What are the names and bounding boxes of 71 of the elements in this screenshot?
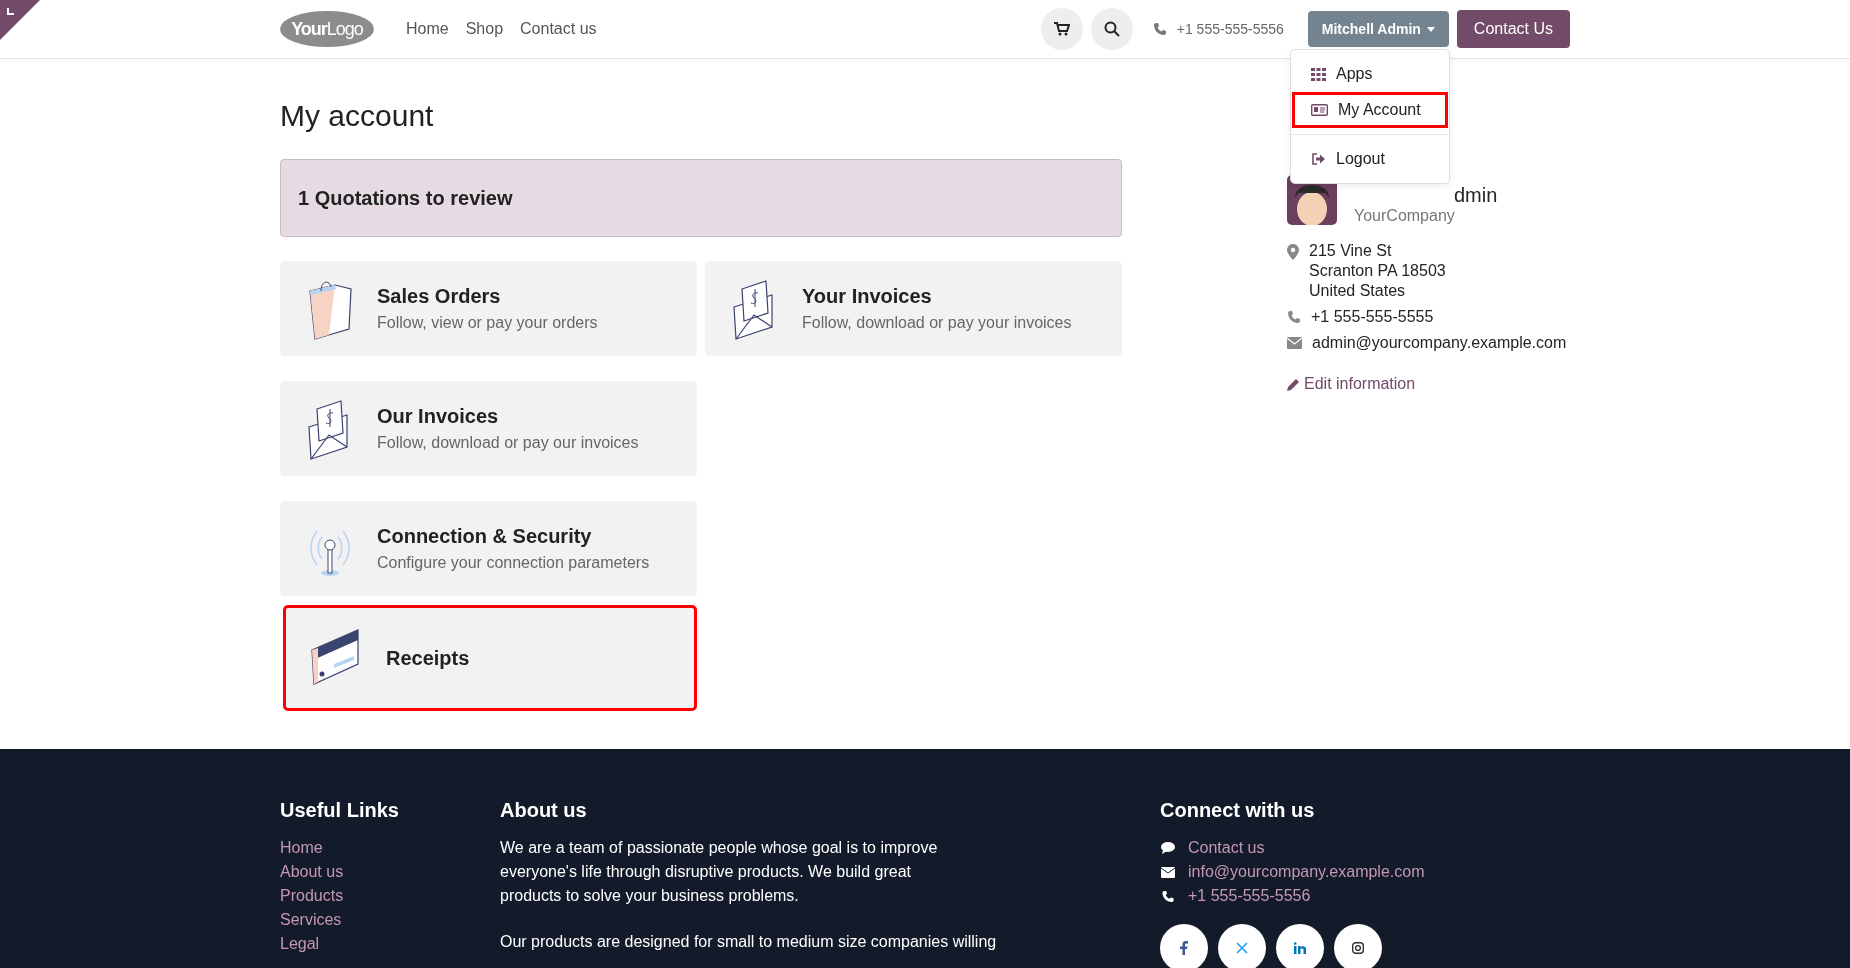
profile-company: YourCompany <box>1354 207 1456 225</box>
menu-item[interactable]: Apps <box>1292 56 1448 92</box>
card-subtitle: Follow, download or pay your invoices <box>802 314 1072 332</box>
search-button[interactable] <box>1090 8 1133 50</box>
footer-heading: About us <box>500 799 588 822</box>
editor-corner-icon[interactable] <box>0 0 40 40</box>
instagram-icon <box>1352 942 1364 954</box>
pencil-icon <box>1287 377 1300 391</box>
menu-item[interactable]: Logout <box>1292 141 1448 177</box>
card-subtitle: Follow, download or pay our invoices <box>377 434 639 452</box>
profile-name: dmin <box>1453 185 1498 205</box>
linkedin-icon <box>1294 942 1306 954</box>
map-marker-icon <box>1287 244 1299 260</box>
header-phone[interactable]: +1 555-555-5556 <box>1176 21 1284 37</box>
social-button[interactable] <box>1160 924 1208 968</box>
footer-heading: Useful Links <box>280 799 400 822</box>
phone-icon <box>1287 310 1301 324</box>
menu-item[interactable]: My Account <box>1292 92 1448 128</box>
nav-link[interactable]: Shop <box>465 20 504 38</box>
card-title: Sales Orders <box>377 285 502 308</box>
address-line: 215 Vine St <box>1309 241 1393 261</box>
user-menu-button[interactable]: Mitchell Admin <box>1307 11 1449 47</box>
card-title: Our Invoices <box>377 405 500 428</box>
social-button[interactable] <box>1276 924 1324 968</box>
footer-link[interactable]: Contact us <box>1188 836 1265 860</box>
address-line: Scranton PA 18503 <box>1309 261 1446 281</box>
envelope-icon <box>1287 337 1302 349</box>
envelope-icon <box>1160 866 1176 878</box>
about-paragraph: Our products are designed for small to medium size companies willing <box>500 932 997 952</box>
apps-icon <box>1311 67 1326 81</box>
cart-icon <box>1053 22 1070 36</box>
footer-heading: Connect with us <box>1160 799 1316 822</box>
card-subtitle: Configure your connection parameters <box>377 554 650 572</box>
footer-link[interactable]: Services <box>280 908 500 932</box>
social-button[interactable] <box>1334 924 1382 968</box>
nav-link[interactable]: Contact us <box>520 20 597 38</box>
card-title: Receipts <box>386 646 470 670</box>
social-button[interactable] <box>1218 924 1266 968</box>
account-card[interactable]: Sales Orders Follow, view or pay your orders <box>280 261 697 356</box>
quotations-alert[interactable]: 1 Quotations to review <box>280 159 1122 237</box>
footer-link[interactable]: Products <box>280 884 500 908</box>
nav-link[interactable]: Home <box>406 20 449 38</box>
about-paragraph: We are a team of passionate people whose goal is to improve everyone's life through disruptive products. We build great products to solve your business problems. <box>500 838 939 906</box>
footer-link[interactable]: Home <box>280 836 500 860</box>
footer-link[interactable]: Legal <box>280 932 500 956</box>
contact-us-button[interactable]: Contact Us <box>1456 10 1570 48</box>
footer-link[interactable]: info@yourcompany.example.com <box>1188 860 1425 884</box>
cart-button[interactable] <box>1040 8 1083 50</box>
facebook-icon <box>1180 941 1188 955</box>
chat-icon <box>1160 842 1176 854</box>
footer-link[interactable]: +1 555-555-5556 <box>1188 884 1311 908</box>
page-title: My account <box>280 99 435 133</box>
account-card[interactable]: Your Invoices Follow, download or pay your invoices <box>705 261 1122 356</box>
profile-email: admin@yourcompany.example.com <box>1312 333 1567 353</box>
logout-icon <box>1311 153 1326 165</box>
card-title: Your Invoices <box>802 285 933 308</box>
account-card[interactable]: Receipts <box>283 605 697 711</box>
account-card[interactable]: Our Invoices Follow, download or pay our invoices <box>280 381 697 476</box>
account-card[interactable]: Connection & Security Configure your connection parameters <box>280 501 697 596</box>
footer-link[interactable]: About us <box>280 860 500 884</box>
card-subtitle: Follow, view or pay your orders <box>377 314 598 332</box>
edit-information-link[interactable]: Edit information <box>1287 375 1567 393</box>
search-icon <box>1103 21 1120 37</box>
caret-icon <box>1426 26 1435 32</box>
x-icon <box>1236 942 1248 954</box>
profile-phone: +1 555-555-5555 <box>1311 307 1434 327</box>
address-line: United States <box>1309 281 1407 301</box>
card-title: Connection & Security <box>377 525 593 548</box>
id-card-icon <box>1311 104 1328 116</box>
phone-icon <box>1160 889 1176 903</box>
phone-icon <box>1152 22 1167 36</box>
